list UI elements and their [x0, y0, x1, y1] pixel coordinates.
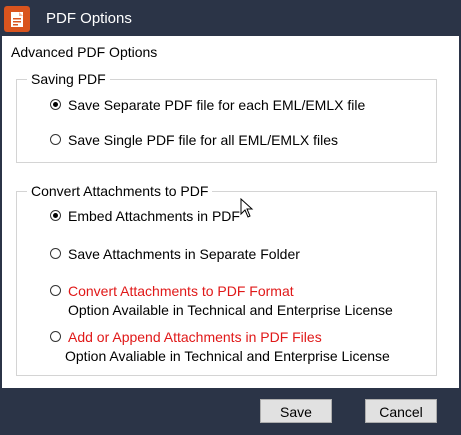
option-save-separate-label[interactable]: Save Separate PDF file for each EML/EMLX… [68, 97, 365, 113]
option-embed-attachments-label[interactable]: Embed Attachments in PDF [68, 208, 240, 224]
radio-convert-attachments[interactable] [50, 285, 61, 296]
option-separate-folder-label[interactable]: Save Attachments in Separate Folder [68, 246, 300, 262]
saving-pdf-legend: Saving PDF [27, 71, 110, 87]
save-button[interactable]: Save [260, 399, 332, 423]
pdf-app-icon [4, 6, 30, 32]
saving-pdf-group: Saving PDF Save Separate PDF file for ea… [16, 71, 437, 163]
radio-save-single[interactable] [50, 134, 61, 145]
option-save-single[interactable]: Save Single PDF file for all EML/EMLX fi… [50, 132, 390, 152]
convert-attachments-legend: Convert Attachments to PDF [27, 183, 213, 199]
radio-separate-folder[interactable] [50, 248, 61, 259]
window-title: PDF Options [46, 10, 132, 27]
dialog-footer: Save Cancel [0, 388, 461, 435]
option-convert-attachments-label[interactable]: Convert Attachments to PDF Format [68, 283, 294, 299]
option-save-separate[interactable]: Save Separate PDF file for each EML/EMLX… [50, 97, 390, 117]
license-note-convert: Option Available in Technical and Enterp… [68, 302, 393, 318]
dialog-body: Advanced PDF Options Saving PDF Save Sep… [2, 36, 459, 388]
title-bar: PDF Options [0, 0, 461, 36]
section-heading: Advanced PDF Options [11, 44, 158, 60]
option-append-attachments[interactable]: Add or Append Attachments in PDF Files [50, 329, 370, 349]
option-save-single-label[interactable]: Save Single PDF file for all EML/EMLX fi… [68, 132, 338, 148]
option-separate-folder[interactable]: Save Attachments in Separate Folder [50, 246, 350, 266]
radio-embed-attachments[interactable] [50, 210, 61, 221]
radio-save-separate[interactable] [50, 99, 61, 110]
convert-attachments-group: Convert Attachments to PDF Embed Attachm… [16, 183, 437, 376]
license-note-append: Option Avaliable in Technical and Enterp… [65, 348, 390, 364]
option-convert-attachments[interactable]: Convert Attachments to PDF Format [50, 283, 350, 303]
cancel-button[interactable]: Cancel [365, 399, 437, 423]
radio-append-attachments[interactable] [50, 331, 61, 342]
option-append-attachments-label[interactable]: Add or Append Attachments in PDF Files [68, 329, 322, 345]
option-embed-attachments[interactable]: Embed Attachments in PDF [50, 208, 310, 228]
mouse-pointer-icon [240, 198, 254, 218]
